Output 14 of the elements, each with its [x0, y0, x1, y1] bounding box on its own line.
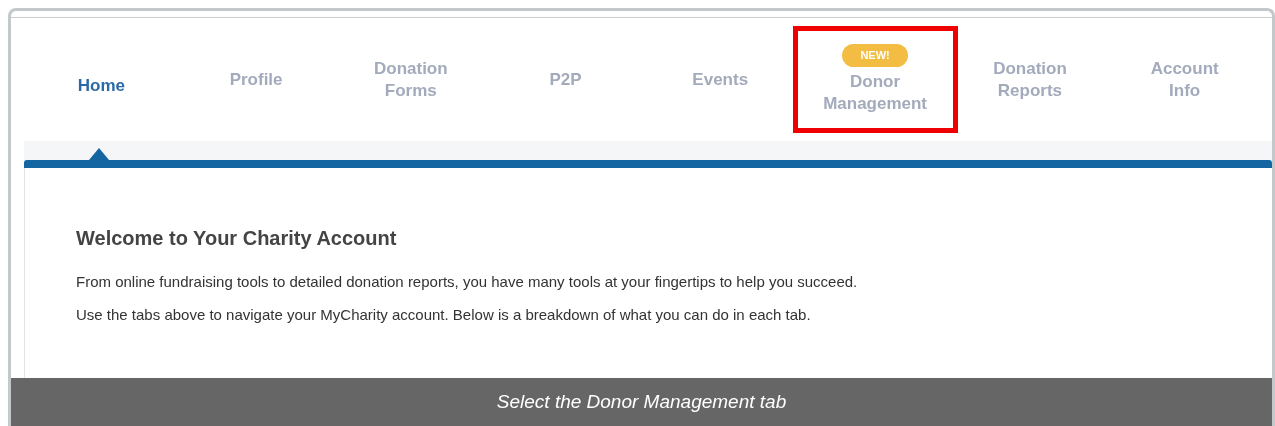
nav-tab[interactable]: Home [77, 74, 125, 97]
nav-tab[interactable]: P2P [549, 68, 582, 91]
nav-tab[interactable]: Donor Management [823, 70, 928, 115]
intro-text: Use the tabs above to navigate your MyCharity account. Below is a breakdown of what you can do in each tab. [76, 304, 812, 325]
nav-tab[interactable]: Donation Reports [993, 57, 1067, 102]
pointer-icon [88, 148, 109, 160]
nav-tab[interactable]: Account Info [1150, 57, 1219, 102]
nav-tab[interactable]: Profile [229, 68, 283, 91]
page-heading: Welcome to Your Charity Account [76, 226, 398, 251]
nav-tab[interactable]: Donation Forms [373, 57, 448, 102]
nav-tab[interactable]: Events [692, 68, 749, 91]
caption: Select the Donor Management tab [496, 389, 787, 414]
new-badge: NEW! [842, 44, 908, 67]
intro-text: From online fundraising tools to detailed donation reports, you have many tools at your fingertips to help you succeed. [76, 272, 859, 292]
